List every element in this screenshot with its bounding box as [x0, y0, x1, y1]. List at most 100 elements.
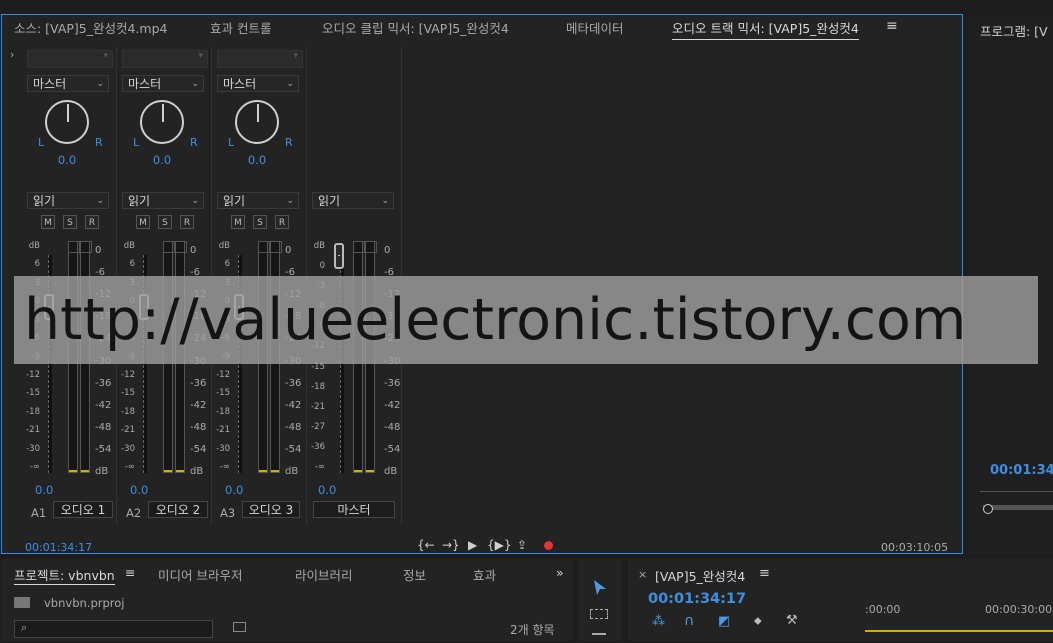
project-search-input[interactable]: ⌕	[14, 620, 213, 638]
meter-peak-cap	[353, 241, 365, 253]
go-to-out-icon[interactable]: →}	[442, 538, 460, 552]
snap-icon[interactable]: ∩	[684, 613, 694, 629]
automation-select[interactable]: 읽기 ⌄	[217, 192, 299, 209]
tab-effect-controls[interactable]: 효과 컨트롤	[210, 18, 271, 37]
volume-value-master[interactable]: 0.0	[318, 483, 336, 497]
fader-scale-tick: -21	[26, 425, 40, 436]
expand-chevron-icon[interactable]: ›	[10, 48, 14, 61]
panel-tabs: 소스: [VAP]5_완성컷4.mp4 효과 컨트롤 오디오 클립 믹서: [V…	[8, 18, 948, 40]
fader-scale-tick: dB	[123, 241, 135, 251]
track-name-master[interactable]: 마스터	[313, 501, 395, 518]
fader-scale-tick: -27	[311, 421, 325, 432]
pan-value[interactable]: 0.0	[117, 153, 207, 167]
pan-right-label: R	[95, 136, 103, 149]
program-timecode[interactable]: 00:01:34:	[990, 463, 1053, 478]
track-name-a3[interactable]: 오디오 3	[242, 501, 300, 518]
tab-effects[interactable]: 효과	[473, 565, 496, 584]
fader-scale-tick: -18	[26, 406, 40, 417]
nest-icon[interactable]: ⁂	[652, 614, 665, 629]
add-marker-icon[interactable]: ⬥	[754, 614, 762, 628]
ripple-edit-tool-icon[interactable]	[592, 633, 606, 643]
current-timecode[interactable]: 00:01:34:17	[25, 541, 92, 554]
ruler-label: 00:00:30:00	[985, 603, 1053, 616]
tab-project[interactable]: 프로젝트: vbnvbn	[14, 565, 115, 585]
solo-button[interactable]: S	[63, 215, 77, 229]
tab-metadata[interactable]: 메타데이터	[566, 18, 624, 37]
panel-menu-icon[interactable]: ≡	[886, 18, 898, 34]
sequence-menu-icon[interactable]: ≡	[759, 566, 770, 581]
track-name-a1[interactable]: 오디오 1	[53, 501, 113, 518]
export-icon[interactable]: ⇪	[517, 538, 527, 552]
pan-value[interactable]: 0.0	[212, 153, 302, 167]
output-select[interactable]: 마스터 ⌄	[27, 75, 109, 92]
program-zoom-bar[interactable]	[983, 505, 1053, 510]
mute-button[interactable]: M	[136, 215, 150, 229]
track-name-a2[interactable]: 오디오 2	[148, 501, 208, 518]
more-panels-icon[interactable]: »	[556, 565, 564, 580]
effects-dropdown[interactable]: ▾	[217, 50, 303, 68]
meter-peak-cap	[80, 241, 92, 253]
meter-floor	[259, 470, 267, 472]
fader-scale-tick: -12	[26, 369, 40, 380]
tab-media-browser[interactable]: 미디어 브라우저	[158, 565, 242, 584]
fader-scale-tick: -18	[311, 381, 325, 392]
output-select[interactable]: 마스터 ⌄	[217, 75, 299, 92]
pan-value[interactable]: 0.0	[22, 153, 112, 167]
selection-tool-icon[interactable]	[592, 579, 608, 597]
volume-value-a3[interactable]: 0.0	[225, 483, 243, 497]
tab-audio-track-mixer[interactable]: 오디오 트랙 믹서: [VAP]5_완성컷4	[672, 18, 859, 40]
mute-button[interactable]: M	[231, 215, 245, 229]
wrench-icon[interactable]: ⚒	[786, 613, 798, 628]
project-menu-icon[interactable]: ≡	[125, 565, 135, 580]
volume-fader-handle[interactable]	[334, 243, 344, 269]
track-select-tool-icon[interactable]	[590, 609, 608, 619]
volume-value-a1[interactable]: 0.0	[35, 483, 53, 497]
meter-floor	[271, 470, 279, 472]
work-area-bar[interactable]	[865, 630, 1053, 632]
go-to-in-icon[interactable]: {←	[417, 538, 435, 552]
effects-dropdown[interactable]: ▾	[27, 50, 113, 68]
pan-left-label: L	[38, 136, 45, 149]
meter-peak-cap	[163, 241, 175, 253]
record-enable-button[interactable]: R	[275, 215, 289, 229]
effects-dropdown[interactable]: ▾	[122, 50, 208, 68]
pan-knob[interactable]	[235, 100, 279, 144]
bin-icon[interactable]	[233, 622, 246, 632]
automation-select[interactable]: 읽기 ⌄	[312, 192, 394, 209]
linked-selection-icon[interactable]: ◩	[718, 614, 730, 629]
program-title[interactable]: 프로그램: [V	[980, 21, 1048, 40]
program-scrub-bar[interactable]	[980, 491, 1053, 492]
automation-select[interactable]: 읽기 ⌄	[27, 192, 109, 209]
fader-scale-tick: -18	[216, 406, 230, 417]
solo-button[interactable]: S	[253, 215, 267, 229]
fader-scale-tick: 0	[319, 261, 325, 272]
pan-knob[interactable]	[45, 100, 89, 144]
meter-scale-tick: 0	[190, 245, 197, 256]
loop-icon[interactable]: {▶}	[487, 538, 512, 552]
tab-audio-clip-mixer[interactable]: 오디오 클립 믹서: [VAP]5_완성컷4	[322, 18, 509, 37]
fader-scale-tick: 6	[129, 259, 135, 270]
record-enable-button[interactable]: R	[85, 215, 99, 229]
volume-value-a2[interactable]: 0.0	[130, 483, 148, 497]
chevron-down-icon: ⌄	[191, 196, 199, 206]
tab-info[interactable]: 정보	[403, 565, 426, 584]
mute-button[interactable]: M	[41, 215, 55, 229]
record-enable-button[interactable]: R	[180, 215, 194, 229]
automation-select[interactable]: 읽기 ⌄	[122, 192, 204, 209]
chevron-down-icon: ⌄	[191, 79, 199, 89]
fader-scale-tick: -∞	[314, 462, 325, 472]
record-icon[interactable]	[544, 541, 553, 550]
solo-button[interactable]: S	[158, 215, 172, 229]
tab-libraries[interactable]: 라이브러리	[295, 565, 353, 584]
pan-knob[interactable]	[140, 100, 184, 144]
play-icon[interactable]: ▶	[468, 538, 477, 552]
meter-floor	[354, 470, 362, 472]
zoom-handle[interactable]	[983, 504, 993, 514]
output-select[interactable]: 마스터 ⌄	[122, 75, 204, 92]
sequence-timecode[interactable]: 00:01:34:17	[648, 591, 746, 607]
close-icon[interactable]: ×	[638, 568, 647, 581]
sequence-tab[interactable]: [VAP]5_완성컷4	[655, 566, 745, 585]
tab-source[interactable]: 소스: [VAP]5_완성컷4.mp4	[14, 18, 167, 37]
meter-peak-cap	[175, 241, 187, 253]
fader-scale-tick: -12	[216, 369, 230, 380]
